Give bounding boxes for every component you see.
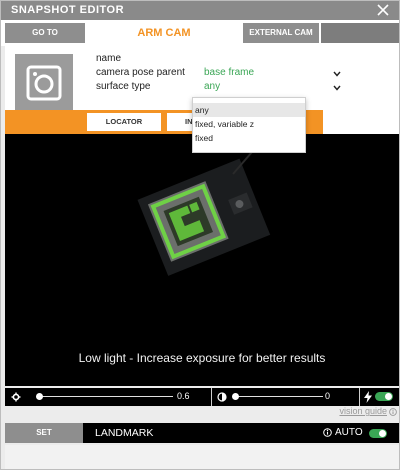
contrast-icon	[217, 392, 227, 402]
chevron-down-icon[interactable]	[333, 71, 341, 77]
surface-type-select[interactable]: any	[204, 80, 220, 94]
vision-guide-link[interactable]: vision guide	[339, 406, 387, 416]
footer	[5, 445, 399, 469]
tab-arm-cam[interactable]: ARM CAM	[89, 20, 239, 46]
camera-icon	[15, 54, 73, 112]
divider	[211, 388, 212, 406]
tab-row-filler	[321, 23, 399, 43]
divider	[359, 388, 360, 406]
surface-type-dropdown: any fixed, variable z fixed	[192, 97, 306, 153]
subtab-locator[interactable]: LOCATOR	[87, 113, 161, 131]
contrast-slider-track[interactable]	[235, 396, 323, 397]
focus-value: 0.6	[177, 391, 190, 401]
dropdown-option-any[interactable]: any	[193, 103, 305, 117]
chevron-down-icon[interactable]	[333, 85, 341, 91]
camera-pose-parent-label: camera pose parent	[96, 67, 185, 78]
gear-icon	[11, 392, 21, 402]
camera-feed-image	[5, 134, 399, 386]
camera-view[interactable]: Low light - Increase exposure for better…	[5, 134, 399, 386]
tab-external-cam[interactable]: EXTERNAL CAM	[243, 23, 319, 43]
focus-slider-track[interactable]	[39, 396, 173, 397]
title-bar: SNAPSHOT EDITOR	[1, 1, 399, 20]
camera-pose-parent-select[interactable]: base frame	[204, 66, 254, 80]
focus-slider-handle[interactable]	[35, 393, 43, 400]
landmark-bar: SET LANDMARK AUTO	[5, 423, 399, 443]
close-icon[interactable]	[375, 2, 391, 18]
info-icon[interactable]	[323, 428, 332, 437]
tab-go-to[interactable]: GO TO	[5, 23, 85, 43]
low-light-message: Low light - Increase exposure for better…	[78, 351, 326, 365]
camera-controls-bar: 0.6 0	[5, 388, 399, 406]
landmark-label: LANDMARK	[95, 427, 154, 439]
flash-icon	[364, 391, 372, 403]
name-label[interactable]: name	[96, 52, 121, 66]
tab-row: GO TO ARM CAM EXTERNAL CAM	[1, 20, 399, 46]
dropdown-option-fixed[interactable]: fixed	[193, 131, 305, 145]
window-title: SNAPSHOT EDITOR	[11, 4, 125, 16]
snapshot-editor-window: SNAPSHOT EDITOR GO TO ARM CAM EXTERNAL C…	[0, 0, 400, 470]
info-icon[interactable]	[389, 408, 397, 416]
dropdown-option-fixed-variable-z[interactable]: fixed, variable z	[193, 117, 305, 131]
surface-type-label: surface type	[96, 81, 151, 92]
auto-toggle[interactable]	[369, 429, 387, 438]
auto-label: AUTO	[335, 427, 363, 438]
contrast-value: 0	[325, 391, 331, 401]
contrast-slider-handle[interactable]	[231, 393, 239, 400]
set-button[interactable]: SET	[5, 423, 83, 443]
flash-toggle[interactable]	[375, 392, 393, 401]
